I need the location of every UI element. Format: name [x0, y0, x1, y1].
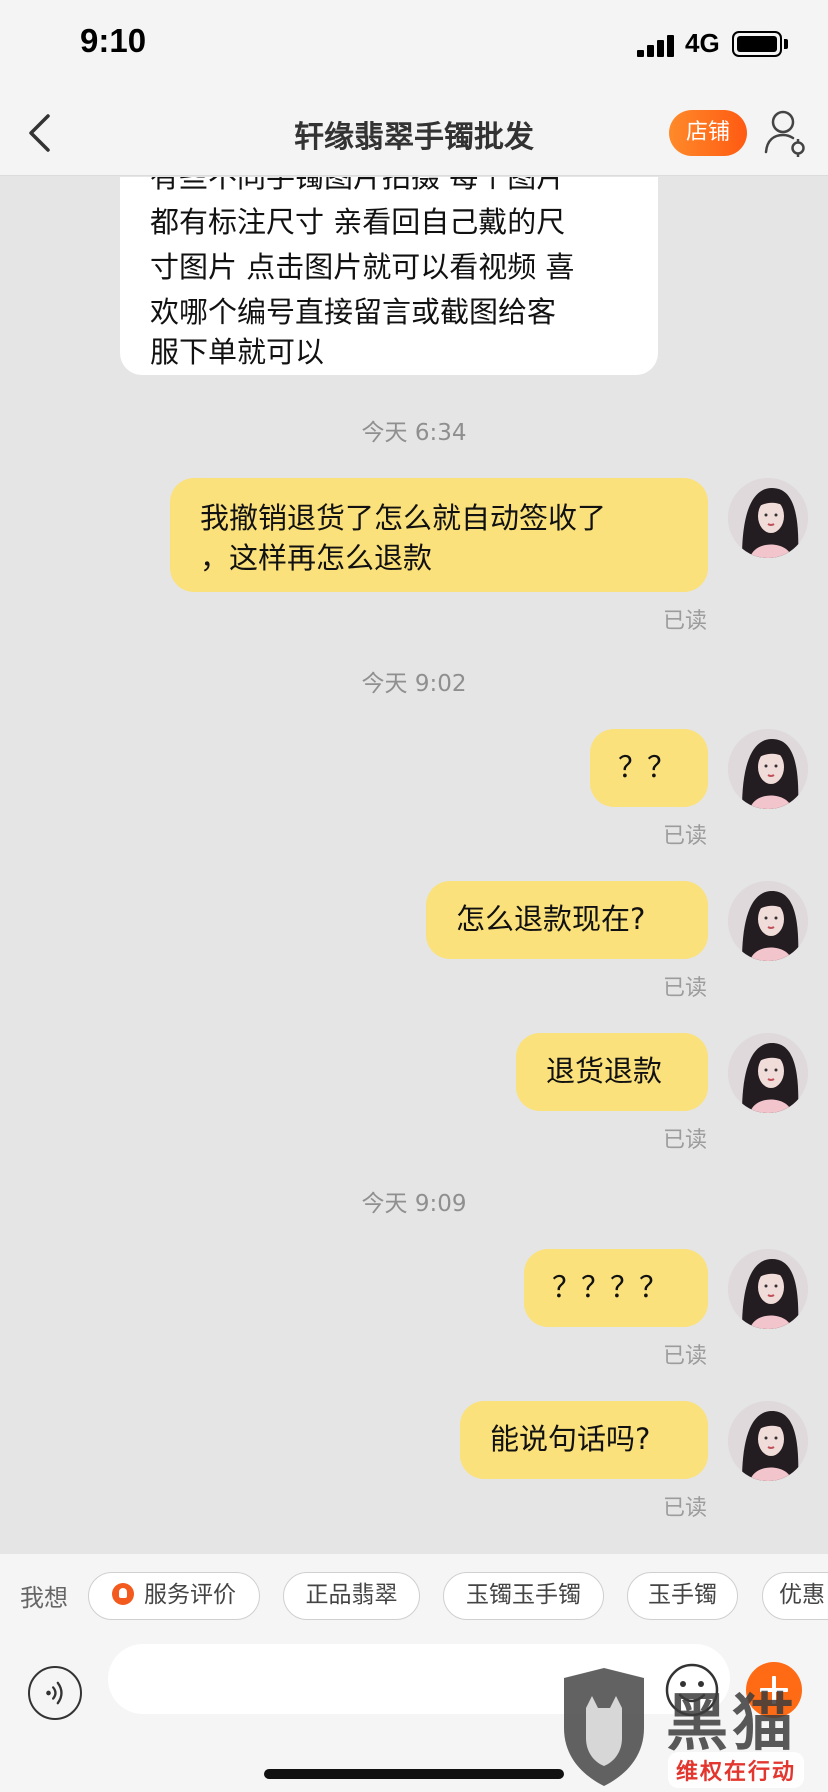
- avatar-image: [728, 729, 808, 809]
- quick-reply-prefix: 我想: [20, 1584, 68, 1612]
- read-status: 已读: [662, 824, 707, 849]
- timestamp: 今天 6:34: [361, 420, 467, 446]
- avatar-image: [728, 1249, 808, 1329]
- avatar[interactable]: [728, 1033, 808, 1113]
- message-line: 我撤销退货了怎么就自动签收了: [200, 501, 607, 535]
- read-status: 已读: [662, 1344, 707, 1369]
- message-line: 欢哪个编号直接留言或截图给客: [150, 295, 557, 329]
- home-indicator: [264, 1769, 564, 1779]
- service-rating-icon: [112, 1583, 134, 1605]
- quick-reply-chip[interactable]: 玉手镯: [627, 1572, 738, 1620]
- avatar-image: [728, 478, 808, 558]
- message-line: 寸图片 点击图片就可以看视频 喜: [150, 250, 575, 284]
- avatar-image: [728, 881, 808, 961]
- message-line: ？？: [618, 750, 677, 784]
- quick-reply-chip[interactable]: 服务评价: [88, 1572, 260, 1620]
- nav-bar: 轩缘翡翠手镯批发 店铺: [0, 90, 828, 176]
- outgoing-message[interactable]: 我撤销退货了怎么就自动签收了 ，这样再怎么退款: [170, 478, 708, 592]
- avatar[interactable]: [728, 1249, 808, 1329]
- incoming-message[interactable]: 有些不同手镯图片拍摄 每个图片 都有标注尺寸 亲看回自己戴的尺 寸图片 点击图片…: [120, 177, 658, 375]
- read-status: 已读: [662, 1496, 707, 1521]
- battery-cap: [784, 39, 788, 49]
- watermark-tagline: 维权在行动: [668, 1752, 805, 1788]
- message-line: ？？？？: [552, 1270, 669, 1304]
- user-settings-icon[interactable]: [762, 108, 808, 158]
- read-status: 已读: [662, 976, 707, 1001]
- outgoing-message[interactable]: ？？: [590, 729, 708, 807]
- outgoing-message[interactable]: 退货退款: [516, 1033, 708, 1111]
- avatar[interactable]: [728, 478, 808, 558]
- avatar-image: [728, 1401, 808, 1481]
- outgoing-message[interactable]: 能说句话吗?: [460, 1401, 708, 1479]
- message-line: 都有标注尺寸 亲看回自己戴的尺: [150, 205, 566, 239]
- quick-reply-chip[interactable]: 正品翡翠: [283, 1572, 420, 1620]
- message-line: 退货退款: [546, 1054, 663, 1088]
- message-line: 怎么退款现在?: [456, 902, 646, 936]
- signal-icon: [637, 33, 677, 57]
- message-line: ，这样再怎么退款: [200, 541, 433, 575]
- watermark-brand: 黑猫: [666, 1686, 799, 1759]
- status-bar: 9:10 4G: [0, 0, 828, 90]
- message-line: 有些不同手镯图片拍摄 每个图片: [150, 177, 566, 194]
- voice-icon[interactable]: [28, 1666, 82, 1720]
- avatar-image: [728, 1033, 808, 1113]
- chat-area[interactable]: 有些不同手镯图片拍摄 每个图片 都有标注尺寸 亲看回自己戴的尺 寸图片 点击图片…: [0, 177, 828, 1554]
- outgoing-message[interactable]: 怎么退款现在?: [426, 881, 708, 959]
- quick-reply-chip[interactable]: 玉镯玉手镯: [443, 1572, 604, 1620]
- watermark: 黑猫 维权在行动: [556, 1668, 828, 1792]
- timestamp: 今天 9:09: [361, 1191, 467, 1217]
- avatar[interactable]: [728, 881, 808, 961]
- quick-reply-chip[interactable]: 优惠: [762, 1572, 828, 1620]
- status-time: 9:10: [80, 22, 147, 59]
- read-status: 已读: [662, 609, 707, 634]
- message-line: 能说句话吗?: [490, 1422, 651, 1456]
- timestamp: 今天 9:02: [361, 671, 467, 697]
- quick-reply-bar[interactable]: 我想 服务评价 正品翡翠 玉镯玉手镯 玉手镯 优惠: [0, 1554, 828, 1640]
- outgoing-message[interactable]: ？？？？: [524, 1249, 708, 1327]
- shop-button[interactable]: 店铺: [669, 110, 747, 156]
- message-line: 服下单就可以: [150, 335, 325, 369]
- chip-label: 服务评价: [144, 1582, 236, 1608]
- battery-icon: [732, 31, 782, 57]
- avatar[interactable]: [728, 1401, 808, 1481]
- black-cat-logo-icon: [564, 1668, 644, 1786]
- network-type: 4G: [685, 28, 720, 58]
- read-status: 已读: [662, 1128, 707, 1153]
- avatar[interactable]: [728, 729, 808, 809]
